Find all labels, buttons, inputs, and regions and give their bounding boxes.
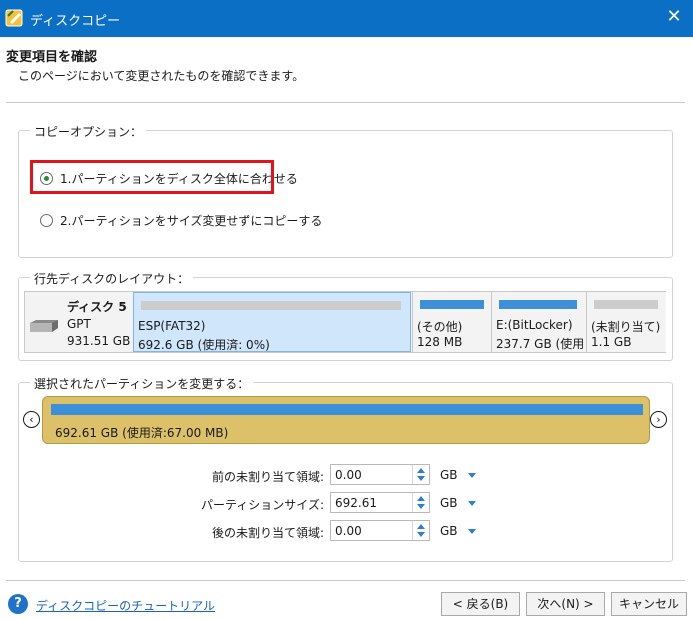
unit-dropdown-icon[interactable] [468,529,476,534]
disk-type: GPT [67,317,91,331]
partition-name: (未割り当て) [591,320,661,334]
partition-size: 128 MB [417,335,463,349]
partition-resize-text: 692.61 GB (使用済:67.00 MB) [55,426,229,440]
window-title: ディスクコピー [30,14,121,29]
spinner[interactable] [412,465,429,484]
spin-up-icon[interactable] [417,524,425,529]
unallocated-before-value: 0.00 [335,468,362,482]
partition-size: 1.1 GB [591,335,632,349]
spinner[interactable] [412,521,429,540]
disk-info: ディスク 5 GPT 931.51 GB [25,292,132,352]
unit-dropdown-icon[interactable] [468,473,476,478]
partition-usage-bar [420,300,484,309]
partition-name: ESP(FAT32) [138,319,206,333]
copy-options-group [18,130,673,258]
next-button[interactable]: 次へ(N) > [526,592,605,616]
highlight-box [30,160,274,194]
spin-up-icon[interactable] [417,496,425,501]
partition-unallocated[interactable]: (未割り当て) 1.1 GB [586,292,666,352]
partition-bitlocker[interactable]: E:(BitLocker) 237.7 GB (使用 [491,292,585,352]
option-no-resize[interactable]: 2.パーティションをサイズ変更せずにコピーする [40,212,322,229]
partition-size-label: パーティションサイズ: [201,498,324,512]
option-no-resize-label: 2.パーティションをサイズ変更せずにコピーする [60,214,323,228]
unallocated-before-label: 前の未割り当て領域: [211,470,324,484]
chevron-left-icon[interactable]: ‹ [23,411,40,428]
footer-divider [6,580,685,581]
partition-other[interactable]: (その他) 128 MB [412,292,490,352]
unallocated-before-input[interactable]: 0.00 [330,464,430,485]
partition-size-input[interactable]: 692.61 [330,492,430,513]
partition-resize-block[interactable]: 692.61 GB (使用済:67.00 MB) [42,396,650,444]
partition-size: 237.7 GB (使用 [496,337,585,351]
back-button[interactable]: < 戻る(B) [441,592,520,616]
unit-dropdown-icon[interactable] [468,501,476,506]
copy-options-label: コピーオプション： [30,123,147,140]
disk-name: ディスク 5 [67,300,127,314]
chevron-right-icon[interactable]: › [650,411,667,428]
app-icon [5,9,23,27]
spin-down-icon[interactable] [417,532,425,537]
spinner[interactable] [412,493,429,512]
spin-down-icon[interactable] [417,476,425,481]
partition-esp[interactable]: ESP(FAT32) 692.6 GB (使用済: 0%) [133,292,411,352]
change-partition-label: 選択されたパーティションを変更する： [30,375,254,392]
disk-size: 931.51 GB [67,334,131,348]
unit-label: GB [440,468,458,482]
partition-size-value: 692.61 [335,496,377,510]
cancel-button[interactable]: キャンセル [611,592,687,616]
unallocated-after-label: 後の未割り当て領域: [211,526,324,540]
unallocated-after-input[interactable]: 0.00 [330,520,430,541]
unit-label: GB [440,524,458,538]
hard-disk-icon [30,320,58,332]
help-icon[interactable]: ? [8,594,28,614]
spin-down-icon[interactable] [417,504,425,509]
unit-label: GB [440,496,458,510]
title-bar: ディスクコピー ✕ [0,0,693,37]
close-icon[interactable]: ✕ [663,6,685,28]
partition-resize-bar[interactable] [51,404,643,415]
spin-up-icon[interactable] [417,468,425,473]
partition-size: 692.6 GB (使用済: 0%) [138,338,270,352]
disk-layout-label: 行先ディスクのレイアウト： [30,270,194,287]
header-divider [6,102,685,103]
partition-usage-bar [141,301,401,310]
radio-no-resize[interactable] [40,214,53,227]
partition-name: (その他) [417,320,463,334]
partition-usage-bar [594,300,658,309]
partition-name: E:(BitLocker) [496,318,573,332]
page-subtitle: このページにおいて変更されたものを確認できます。 [18,69,305,83]
page-title: 変更項目を確認 [6,50,98,65]
partition-usage-bar [499,300,577,309]
unallocated-after-value: 0.00 [335,524,362,538]
disk-map: ディスク 5 GPT 931.51 GB ESP(FAT32) 692.6 GB… [24,291,666,353]
tutorial-link[interactable]: ディスクコピーのチュートリアル [36,597,215,614]
